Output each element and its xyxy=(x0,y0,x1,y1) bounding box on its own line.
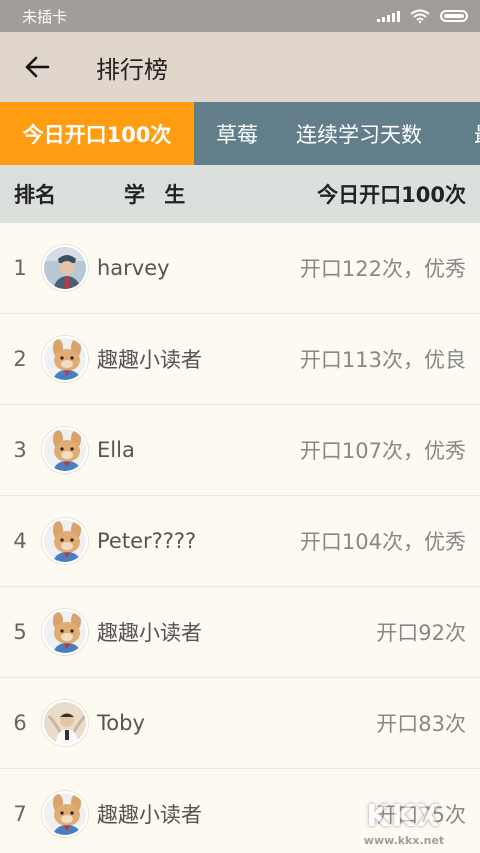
avatar xyxy=(42,700,88,746)
column-header: 排名 学 生 今日开口100次 xyxy=(0,165,480,223)
rabbit-avatar-icon xyxy=(44,429,86,471)
avatar xyxy=(42,245,88,291)
list-item[interactable]: 7 趣趣小读者 开口75次 xyxy=(0,769,480,853)
signal-icon xyxy=(377,10,400,22)
student-score: 开口122次，优秀 xyxy=(299,257,466,281)
column-score: 今日开口100次 xyxy=(317,183,466,207)
status-bar: 未插卡 xyxy=(0,0,480,32)
back-button[interactable] xyxy=(0,32,74,102)
avatar xyxy=(42,791,88,837)
rank-number: 7 xyxy=(13,802,27,826)
battery-icon xyxy=(440,10,468,22)
list-item[interactable]: 3 Ella 开口107次，优秀 xyxy=(0,405,480,496)
rank-number: 6 xyxy=(13,711,27,735)
student-name: 趣趣小读者 xyxy=(97,621,202,645)
tab-more[interactable]: 最 xyxy=(438,102,480,165)
student-name: 趣趣小读者 xyxy=(97,348,202,372)
list-item[interactable]: 4 Peter???? 开口104次，优秀 xyxy=(0,496,480,587)
avatar xyxy=(42,609,88,655)
boy-photo-avatar-icon xyxy=(44,702,86,744)
list-item[interactable]: 1 harvey 开口122次，优秀 xyxy=(0,223,480,314)
avatar xyxy=(42,427,88,473)
student-name: harvey xyxy=(97,256,170,280)
status-icons xyxy=(377,9,468,23)
back-arrow-icon xyxy=(25,56,50,78)
wifi-icon xyxy=(410,9,430,23)
page-title: 排行榜 xyxy=(96,55,168,84)
tab-daily-speak[interactable]: 今日开口100次 xyxy=(0,102,194,165)
tab-strawberry[interactable]: 草莓 xyxy=(194,102,280,165)
rabbit-avatar-icon xyxy=(44,338,86,380)
rabbit-avatar-icon xyxy=(44,611,86,653)
list-item[interactable]: 5 趣趣小读者 开口92次 xyxy=(0,587,480,678)
app-bar: 排行榜 xyxy=(0,32,480,102)
student-score: 开口104次，优秀 xyxy=(299,530,466,554)
rank-number: 5 xyxy=(13,620,27,644)
ranking-list: 1 harvey 开口122次，优秀 2 趣趣小读者 开口113次，优良 3 E… xyxy=(0,223,480,853)
student-name: Peter???? xyxy=(97,529,197,553)
student-score: 开口113次，优良 xyxy=(299,348,466,372)
student-score: 开口107次，优秀 xyxy=(299,439,466,463)
rabbit-avatar-icon xyxy=(44,793,86,835)
tab-consecutive-days[interactable]: 连续学习天数 xyxy=(280,102,438,165)
avatar xyxy=(42,336,88,382)
student-score: 开口83次 xyxy=(376,712,466,736)
avatar xyxy=(42,518,88,564)
rank-number: 3 xyxy=(13,438,27,462)
student-name: 趣趣小读者 xyxy=(97,803,202,827)
student-name: Toby xyxy=(97,711,145,735)
tab-bar: 今日开口100次 草莓 连续学习天数 最 xyxy=(0,102,480,165)
rank-number: 2 xyxy=(13,347,27,371)
column-student: 学 生 xyxy=(124,183,192,207)
student-score: 开口75次 xyxy=(376,803,466,827)
carrier-label: 未插卡 xyxy=(22,7,68,26)
list-item[interactable]: 2 趣趣小读者 开口113次，优良 xyxy=(0,314,480,405)
list-item[interactable]: 6 Toby 开口83次 xyxy=(0,678,480,769)
rabbit-avatar-icon xyxy=(44,520,86,562)
rank-number: 1 xyxy=(13,256,27,280)
student-name: Ella xyxy=(97,438,135,462)
column-rank: 排名 xyxy=(14,183,56,207)
boy-soldier-avatar-icon xyxy=(44,247,86,289)
rank-number: 4 xyxy=(13,529,27,553)
student-score: 开口92次 xyxy=(376,621,466,645)
